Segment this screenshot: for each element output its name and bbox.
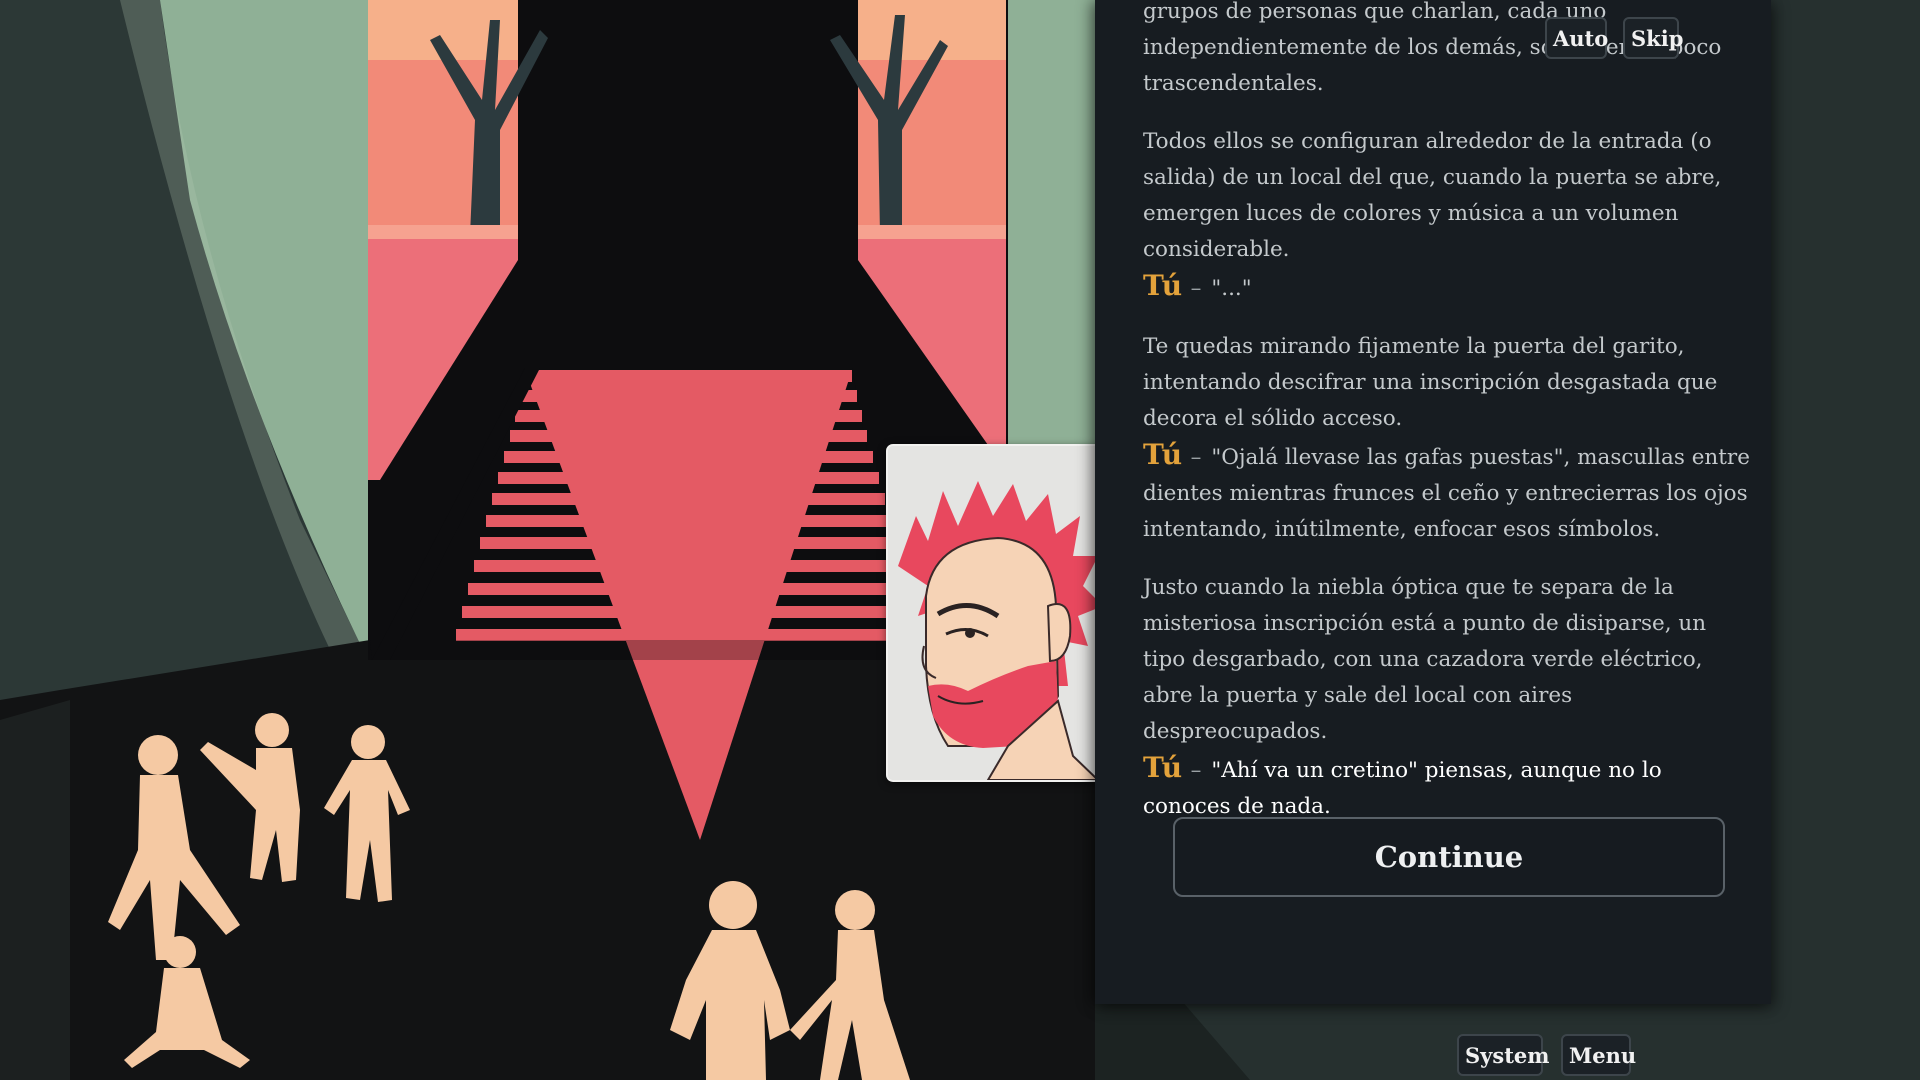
menu-button[interactable]: Menu (1561, 1034, 1636, 1076)
dialog-line: Tú – "Ahí va un cretino" piensas, aunque n… (1143, 750, 1753, 825)
dialog-line: Tú – "Ojalá llevase las gafas puestas", ma… (1143, 437, 1753, 548)
character-portrait-icon (888, 446, 1110, 780)
continue-button[interactable]: Continue (1173, 817, 1725, 897)
speaker-name: Tú (1143, 751, 1183, 784)
system-button[interactable]: System (1457, 1034, 1549, 1076)
speaker-dash: – (1190, 758, 1202, 783)
dialog-text: grupos de personas que charlan, cada uno… (1143, 0, 1753, 847)
skip-button[interactable]: Skip (1623, 17, 1683, 59)
speaker-dash: – (1190, 445, 1202, 470)
narration-paragraph: Te quedas mirando fijamente la puerta de… (1143, 334, 1718, 431)
speech-text: "Ahí va un cretino" piensas, aunque no l… (1143, 758, 1662, 819)
auto-button[interactable]: Auto (1545, 17, 1608, 59)
speaker-name: Tú (1143, 269, 1183, 302)
narration-paragraph: Justo cuando la niebla óptica que te sep… (1143, 575, 1707, 744)
speaker-dash: – (1190, 276, 1202, 301)
narration-paragraph: Todos ellos se configuran alrededor de l… (1143, 129, 1722, 262)
speaker-name: Tú (1143, 438, 1183, 471)
speech-text: "..." (1211, 276, 1252, 301)
speech-text: "Ojalá llevase las gafas puestas", mascu… (1143, 445, 1750, 542)
dialog-line: Tú – "..." (1143, 268, 1753, 307)
character-portrait (886, 444, 1112, 782)
